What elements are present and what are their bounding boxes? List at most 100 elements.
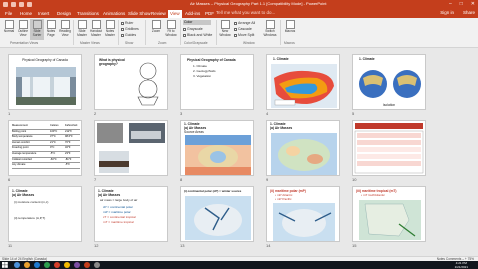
grayscale-button[interactable]: Grayscale (183, 27, 203, 31)
slide-7[interactable] (94, 120, 168, 176)
outline-view-button[interactable]: Outline View (16, 19, 30, 40)
slide-11[interactable]: 1. Climate (a) Air Masses (i) moisture c… (8, 186, 82, 242)
group-zoom: Zoom (158, 41, 167, 45)
cp-air-mass-map (185, 196, 251, 240)
earth-systems-diagram (130, 59, 166, 107)
fit-to-window-button[interactable]: Fit to Window (164, 19, 178, 40)
switch-windows-button[interactable]: Switch Windows (262, 19, 278, 40)
slide-6[interactable]: Measurement Celsius Fahrenheit Boiling poi… (8, 120, 82, 176)
group-show: Show (125, 41, 134, 45)
gridlines-checkbox[interactable]: Gridlines (121, 27, 139, 31)
notes-page-button[interactable]: Notes Page (44, 19, 58, 40)
sign-in-link[interactable]: Sign in (440, 10, 454, 15)
present-icon[interactable] (27, 2, 32, 7)
winter-photos (97, 123, 165, 173)
maximize-icon[interactable]: □ (460, 1, 463, 7)
tab-insert[interactable]: Insert (36, 10, 51, 17)
taskbar-app-icon[interactable] (34, 262, 40, 268)
new-window-button[interactable]: New Window (218, 19, 232, 40)
slide-master-button[interactable]: Slide Master (75, 19, 89, 40)
close-icon[interactable]: ✕ (471, 1, 475, 7)
tell-me-search[interactable]: Tell me what you want to do... (216, 10, 275, 15)
ribbon-divider (73, 20, 74, 45)
notes-master-button[interactable]: Notes Master (103, 19, 117, 40)
group-master-views: Master Views (80, 41, 100, 45)
minimize-icon[interactable]: – (449, 1, 452, 7)
ribbon-divider (145, 20, 146, 45)
checkbox-icon (121, 33, 124, 37)
powerpoint-taskbar-icon[interactable] (84, 262, 90, 268)
air-mass-map (185, 135, 251, 175)
slide-13[interactable]: (i) continental polar (cP) = winter sour… (180, 186, 254, 242)
title-bar: Air Masses – Physical Geography Part 1.1… (0, 0, 478, 9)
redo-icon[interactable] (19, 2, 24, 7)
taskbar-app-icon[interactable] (24, 262, 30, 268)
undo-icon[interactable] (11, 2, 16, 7)
taskbar-app-icon[interactable] (54, 262, 60, 268)
slide-sorter-button[interactable]: Slide Sorter (30, 19, 44, 40)
ribbon-divider (180, 20, 181, 45)
tab-review[interactable]: Review (149, 10, 168, 17)
tab-file[interactable]: File (3, 10, 14, 17)
slide-12[interactable]: 1. Climate (a) Air Masses air mass = lar… (94, 186, 168, 242)
slide-9[interactable]: 1. Climate (a) Air Masses (266, 120, 340, 176)
ribbon-divider (118, 20, 119, 45)
group-color-grayscale: Color/Grayscale (184, 41, 208, 45)
checkbox-icon (121, 21, 124, 25)
reading-view-button[interactable]: Reading View (58, 19, 72, 40)
slide-10[interactable] (352, 120, 426, 176)
tab-add-ins[interactable]: Add-ins (183, 10, 202, 17)
slide-8[interactable]: 1. Climate (a) Air Masses Source Areas (180, 120, 254, 176)
tab-animations[interactable]: Animations (101, 10, 127, 17)
slide-4[interactable]: 1. Climate (266, 54, 340, 110)
macros-button[interactable]: Macros (283, 19, 297, 40)
grayscale-icon (183, 27, 186, 31)
normal-view-button[interactable]: Normal (2, 19, 16, 40)
normal-view-icon (4, 20, 14, 29)
ruler-checkbox[interactable]: Ruler (121, 21, 133, 25)
black-white-icon (183, 33, 186, 37)
taskbar-app-icon[interactable] (64, 262, 70, 268)
arrange-icon (234, 21, 237, 25)
zoom-button[interactable]: Zoom (149, 19, 163, 40)
cascade-button[interactable]: Cascade (234, 27, 252, 31)
tab-home[interactable]: Home (18, 10, 34, 17)
slide-14[interactable]: (ii) maritime polar (mP) • mP Atlantic •… (266, 186, 340, 242)
handout-master-button[interactable]: Handout Master (89, 19, 103, 40)
move-split-button[interactable]: Move Split (234, 33, 254, 37)
taskbar-app-icon[interactable] (44, 262, 50, 268)
split-icon (234, 33, 237, 37)
air-mass-globe-map (271, 133, 337, 175)
taskbar: 4:21 PM 1/21/2021 (0, 261, 478, 269)
taskbar-app-icon[interactable] (74, 262, 80, 268)
tab-pdf[interactable]: PDF (203, 10, 216, 17)
ribbon-divider (280, 20, 281, 45)
share-button[interactable]: Share (463, 10, 475, 15)
table-row: Any climate -5°F (12, 163, 80, 169)
handout-master-icon (91, 20, 101, 29)
taskbar-app-icon[interactable] (14, 262, 20, 268)
guides-checkbox[interactable]: Guides (121, 33, 136, 37)
slide-5[interactable]: 1. Climate Isolation (352, 54, 426, 110)
macros-icon (285, 20, 295, 29)
slide-master-icon (77, 20, 87, 29)
tab-design[interactable]: Design (55, 10, 73, 17)
color-button[interactable]: Color (183, 20, 211, 25)
tab-view[interactable]: View (168, 10, 182, 18)
slide-1[interactable]: Physical Geography of Canada (8, 54, 82, 110)
black-and-white-button[interactable]: Black and White (183, 33, 212, 37)
slide-15[interactable]: (iii) maritime tropical (mT) • mT Gulf/A… (352, 186, 426, 242)
group-window: Window (243, 41, 255, 45)
windows-start-icon[interactable] (2, 262, 8, 268)
tab-transitions[interactable]: Transitions (75, 10, 101, 17)
slide-2[interactable]: What is physical geography? (94, 54, 168, 110)
slide-sorter-icon (32, 20, 42, 29)
system-clock[interactable]: 4:21 PM 1/21/2021 (455, 261, 468, 269)
taskbar-app-icon[interactable] (94, 262, 100, 268)
ribbon: Normal Outline View Slide Sorter Notes P… (0, 18, 478, 48)
group-macros: Macros (284, 41, 295, 45)
save-icon[interactable] (3, 2, 8, 7)
slide-3[interactable]: Physical Geography of Canada 1. Climate … (180, 54, 254, 110)
arrange-all-button[interactable]: Arrange All (234, 21, 255, 25)
climate-map (271, 64, 337, 108)
